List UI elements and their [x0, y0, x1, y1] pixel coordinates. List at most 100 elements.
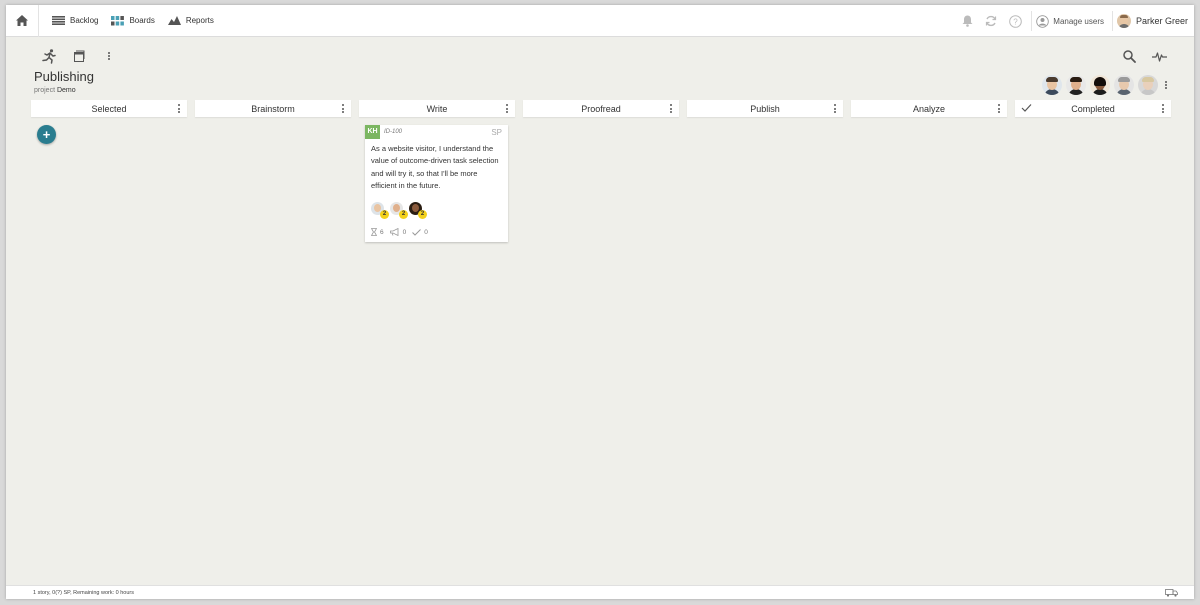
- team-options-button[interactable]: [1164, 80, 1168, 91]
- card-stats: 6 0 0: [371, 228, 434, 236]
- top-right-controls: ? Manage users Parker Greer: [955, 5, 1194, 37]
- column-menu-button[interactable]: [1161, 103, 1165, 114]
- tasks-stat: 6: [371, 228, 384, 236]
- status-bar: 1 story, 0(?) SP, Remaining work: 0 hour…: [6, 585, 1194, 599]
- checkmark-icon: [412, 228, 422, 236]
- avatar[interactable]: 2: [371, 202, 389, 219]
- story-points[interactable]: SP: [491, 128, 502, 137]
- home-icon: [16, 15, 28, 26]
- column-header-brainstorm[interactable]: Brainstorm: [195, 100, 351, 117]
- archive-icon: [74, 50, 85, 62]
- avatar[interactable]: [1066, 75, 1086, 95]
- avatar[interactable]: [1114, 75, 1134, 95]
- help-icon: ?: [1008, 14, 1022, 28]
- tasks-count: 6: [380, 228, 384, 236]
- help-button[interactable]: ?: [1003, 14, 1027, 28]
- assignee-badge: 2: [399, 210, 408, 219]
- user-menu[interactable]: Parker Greer: [1116, 14, 1188, 28]
- column-title: Publish: [750, 103, 780, 114]
- status-text: 1 story, 0(?) SP, Remaining work: 0 hour…: [33, 589, 134, 596]
- column-header-proofread[interactable]: Proofread: [523, 100, 679, 117]
- home-button[interactable]: [6, 5, 39, 37]
- avatar[interactable]: [1138, 75, 1158, 95]
- divider: [1111, 11, 1113, 31]
- nav-backlog-label: Backlog: [70, 16, 99, 25]
- column-title: Selected: [91, 103, 127, 114]
- user-name: Parker Greer: [1135, 16, 1188, 26]
- board-options-button[interactable]: [94, 48, 124, 64]
- more-icon: [107, 51, 111, 62]
- manage-users-link[interactable]: Manage users: [1036, 14, 1104, 28]
- hourglass-icon: [371, 228, 377, 236]
- avatar[interactable]: 2: [409, 202, 427, 219]
- user-circle-icon: [1036, 14, 1050, 28]
- top-navigation-bar: Backlog Boards Reports ? Manage users Pa…: [6, 5, 1194, 37]
- column-title: Brainstorm: [251, 103, 295, 114]
- story-description: As a website visitor, I understand the v…: [371, 144, 499, 190]
- done-count: 0: [424, 228, 428, 236]
- column-menu-button[interactable]: [833, 103, 837, 114]
- project-prefix: project: [34, 87, 56, 94]
- project-name[interactable]: Demo: [57, 87, 76, 94]
- column-menu-button[interactable]: [505, 103, 509, 114]
- board-toolbar: [34, 48, 124, 64]
- column-menu-button[interactable]: [997, 103, 1001, 114]
- nav-reports[interactable]: Reports: [167, 5, 214, 37]
- comments-count: 0: [402, 228, 407, 236]
- list-icon: [52, 16, 65, 25]
- project-subtitle: project Demo: [34, 87, 76, 94]
- board-toolbar-right: [1114, 48, 1174, 64]
- nav-backlog[interactable]: Backlog: [52, 5, 98, 37]
- comments-stat: 0: [389, 228, 407, 236]
- column-header-selected[interactable]: Selected: [31, 100, 187, 117]
- assignee-list: 2 2 2: [371, 202, 428, 219]
- story-card[interactable]: KH ID-100 SP As a website visitor, I und…: [365, 125, 508, 242]
- search-button[interactable]: [1114, 48, 1144, 64]
- nav-reports-label: Reports: [185, 16, 214, 25]
- truck-icon[interactable]: [1165, 589, 1178, 597]
- column-title: Proofread: [581, 103, 621, 114]
- notifications-button[interactable]: [955, 15, 979, 27]
- manage-users-label: Manage users: [1053, 16, 1104, 26]
- column-menu-button[interactable]: [669, 103, 673, 114]
- sync-icon: [986, 15, 997, 27]
- app-window: Backlog Boards Reports ? Manage users Pa…: [6, 5, 1194, 599]
- avatar: [1116, 14, 1131, 28]
- nav-boards-label: Boards: [129, 16, 155, 25]
- sync-button[interactable]: [979, 15, 1003, 27]
- nav-boards[interactable]: Boards: [111, 5, 155, 37]
- archive-button[interactable]: [64, 48, 94, 64]
- team-avatars: [1038, 75, 1168, 95]
- column-title: Write: [426, 103, 448, 114]
- divider: [1031, 11, 1033, 31]
- add-story-button[interactable]: +: [37, 125, 56, 144]
- column-header-completed[interactable]: Completed: [1015, 100, 1171, 117]
- chart-icon: [167, 16, 181, 25]
- board-columns: Selected Brainstorm Write Proofread Publ…: [31, 100, 1179, 117]
- column-title: Analyze: [912, 103, 946, 114]
- svg-text:?: ?: [1013, 17, 1018, 26]
- column-header-publish[interactable]: Publish: [687, 100, 843, 117]
- avatar[interactable]: [1042, 75, 1062, 95]
- epic-tag: KH: [365, 125, 380, 139]
- page-title: Publishing: [34, 69, 94, 84]
- column-menu-button[interactable]: [341, 103, 345, 114]
- column-menu-button[interactable]: [177, 103, 181, 114]
- column-header-analyze[interactable]: Analyze: [851, 100, 1007, 117]
- sprint-button[interactable]: [34, 48, 64, 64]
- megaphone-icon: [389, 228, 399, 236]
- activity-button[interactable]: [1144, 48, 1174, 64]
- done-stat: 0: [412, 229, 428, 236]
- column-title: Completed: [1071, 103, 1115, 114]
- assignee-badge: 2: [418, 210, 427, 219]
- story-id: ID-100: [384, 129, 403, 135]
- board-icon: [111, 15, 125, 25]
- checkmark-icon: [1021, 104, 1032, 112]
- bell-icon: [962, 15, 973, 27]
- avatar[interactable]: 2: [390, 202, 408, 219]
- column-header-write[interactable]: Write: [359, 100, 515, 117]
- search-icon: [1122, 49, 1136, 63]
- avatar[interactable]: [1090, 75, 1110, 95]
- running-person-icon: [42, 48, 56, 64]
- assignee-badge: 2: [380, 210, 389, 219]
